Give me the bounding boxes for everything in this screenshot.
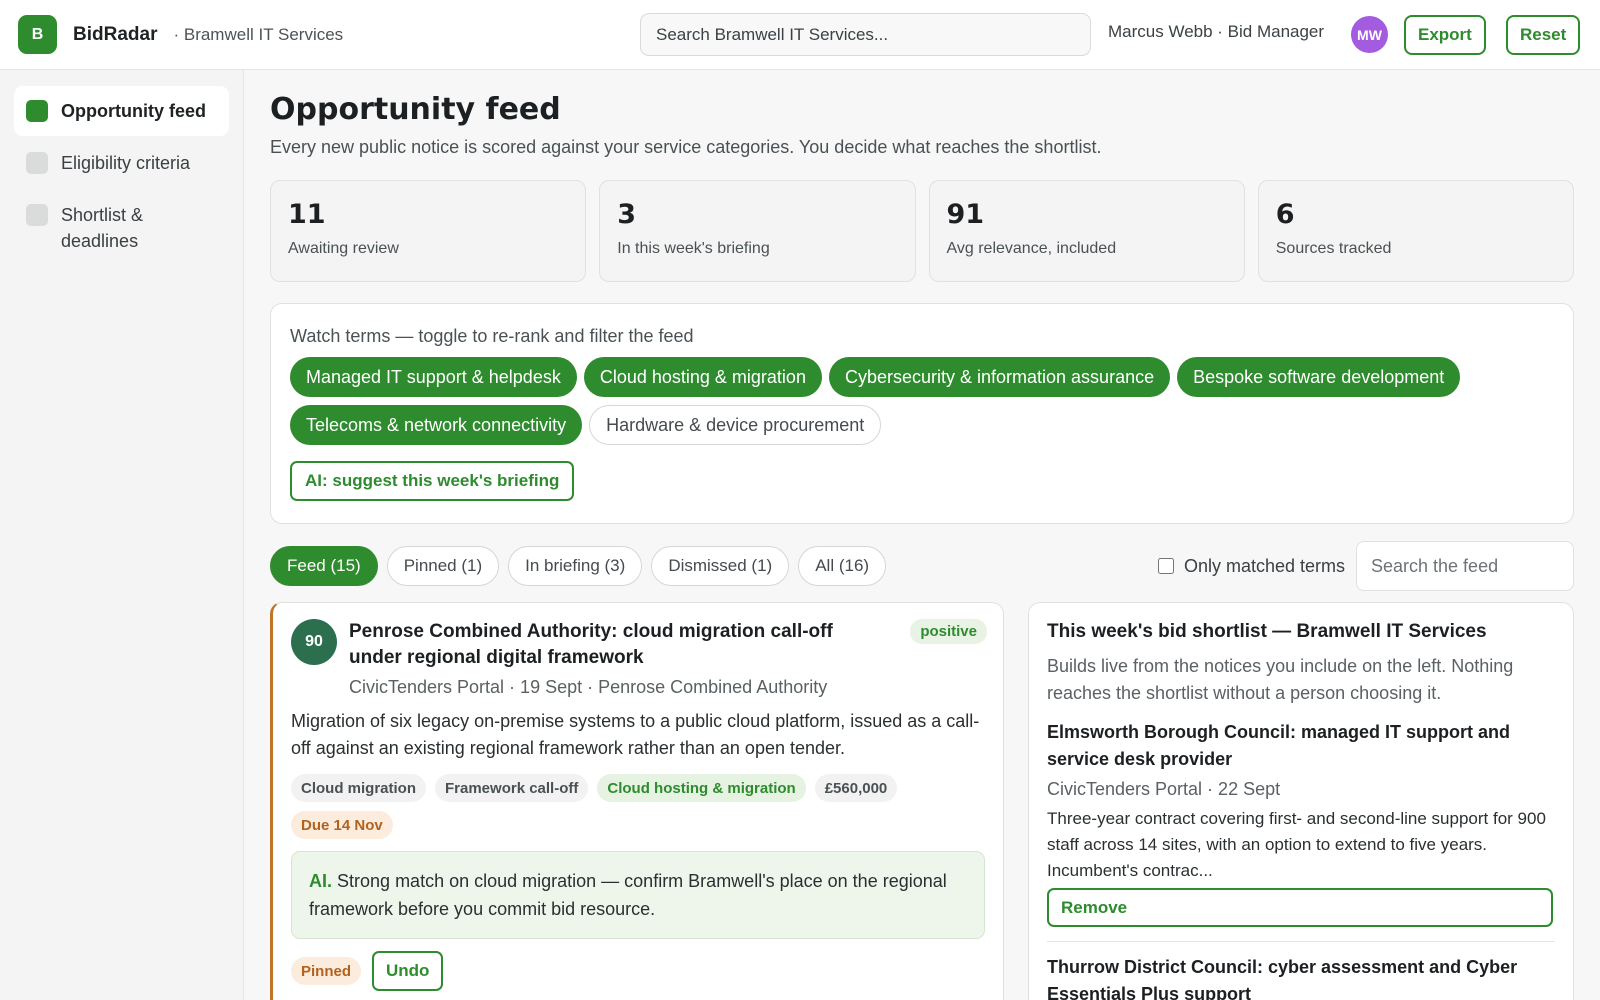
- sidebar-item-eligibility-criteria[interactable]: Eligibility criteria: [14, 138, 229, 188]
- stat-value: 91: [946, 199, 985, 230]
- opportunity-card: 90 positive Penrose Combined Authority: …: [270, 602, 1004, 1000]
- watch-term-hardware[interactable]: Hardware & device procurement: [589, 405, 882, 445]
- ai-suggest-briefing-button[interactable]: AI: suggest this week's briefing: [290, 461, 575, 501]
- stat-label: In this week's briefing: [617, 240, 770, 257]
- watch-terms-label: Watch terms — toggle to re-rank and filt…: [290, 326, 694, 346]
- nav-square-icon: [26, 204, 48, 226]
- opportunity-meta: CivicTenders Portal · 19 Sept · Penrose …: [349, 677, 828, 697]
- shortlist-item-meta: CivicTenders Portal · 22 Sept: [1047, 779, 1281, 799]
- watch-terms-panel: Watch terms — toggle to re-rank and filt…: [270, 303, 1574, 524]
- current-user: Marcus Webb · Bid Manager: [1108, 22, 1325, 41]
- stat-value: 6: [1275, 199, 1295, 230]
- watch-term-chips: Managed IT support & helpdesk Cloud host…: [290, 357, 1550, 445]
- undo-button[interactable]: Undo: [372, 951, 444, 991]
- watch-term-bespoke-software[interactable]: Bespoke software development: [1177, 357, 1461, 397]
- relevance-score-badge: 90: [291, 619, 337, 665]
- divider: [1047, 941, 1555, 942]
- shortlist-item-description: Three-year contract covering first- and …: [1047, 809, 1546, 880]
- stat-value: 3: [617, 199, 637, 230]
- stat-card-relevance: 91 Avg relevance, included: [928, 180, 1245, 282]
- ai-note-prefix: AI.: [309, 871, 333, 891]
- stat-card-briefing: 3 In this week's briefing: [599, 180, 916, 282]
- value-tag: £560,000: [814, 774, 898, 802]
- main-content: Opportunity feed Every new public notice…: [270, 70, 1574, 1000]
- nav-square-icon: [26, 100, 48, 122]
- top-bar: B BidRadar · Bramwell IT Services Marcus…: [0, 0, 1600, 70]
- tab-pinned[interactable]: Pinned (1): [386, 546, 500, 586]
- sidebar-item-shortlist-deadlines[interactable]: Shortlist & deadlines: [14, 190, 229, 266]
- export-button[interactable]: Export: [1404, 15, 1486, 55]
- stats-row: 11 Awaiting review 3 In this week's brie…: [270, 180, 1574, 282]
- sidebar: Opportunity feed Eligibility criteria Sh…: [0, 70, 244, 1000]
- tag: Cloud migration: [291, 774, 426, 802]
- watch-term-cloud-hosting[interactable]: Cloud hosting & migration: [583, 357, 822, 397]
- nav-square-icon: [26, 152, 48, 174]
- shortlist-title: This week's bid shortlist — Bramwell IT …: [1047, 621, 1487, 642]
- matched-term-tag: Cloud hosting & migration: [597, 774, 806, 802]
- ai-note: AI. Strong match on cloud migration — co…: [291, 851, 985, 939]
- page-title: Opportunity feed: [270, 92, 561, 127]
- tab-all[interactable]: All (16): [798, 546, 887, 586]
- stat-card-sources: 6 Sources tracked: [1257, 180, 1574, 282]
- stat-label: Awaiting review: [288, 240, 399, 257]
- sidebar-item-label: Opportunity feed: [61, 101, 206, 121]
- filter-row: Feed (15) Pinned (1) In briefing (3) Dis…: [270, 541, 1574, 591]
- opportunity-title[interactable]: Penrose Combined Authority: cloud migrat…: [349, 619, 889, 671]
- only-matched-checkbox[interactable]: [1157, 558, 1174, 574]
- avatar[interactable]: MW: [1351, 16, 1388, 53]
- ai-note-text: Strong match on cloud migration — confir…: [309, 871, 947, 919]
- sidebar-item-label: Shortlist & deadlines: [61, 205, 144, 251]
- shortlist-item-title[interactable]: Elmsworth Borough Council: managed IT su…: [1047, 719, 1555, 773]
- stat-card-awaiting: 11 Awaiting review: [270, 180, 587, 282]
- tag: Framework call-off: [435, 774, 589, 802]
- sidebar-item-label: Eligibility criteria: [61, 153, 191, 173]
- opportunity-description: Migration of six legacy on-premise syste…: [291, 711, 980, 758]
- tab-in-briefing[interactable]: In briefing (3): [508, 546, 643, 586]
- reset-button[interactable]: Reset: [1506, 15, 1581, 55]
- card-footer: Pinned Undo: [291, 951, 985, 991]
- brand-logo: B: [18, 15, 57, 54]
- stat-value: 11: [288, 199, 326, 230]
- organisation-name: · Bramwell IT Services: [173, 24, 344, 44]
- watch-term-telecoms[interactable]: Telecoms & network connectivity: [290, 405, 583, 445]
- tab-dismissed[interactable]: Dismissed (1): [651, 546, 790, 586]
- watch-term-managed-it[interactable]: Managed IT support & helpdesk: [290, 357, 577, 397]
- stat-label: Sources tracked: [1275, 240, 1392, 257]
- stat-label: Avg relevance, included: [946, 240, 1117, 257]
- watch-term-cybersecurity[interactable]: Cybersecurity & information assurance: [828, 357, 1171, 397]
- shortlist-item: Thurrow District Council: cyber assessme…: [1047, 954, 1555, 1000]
- global-search-input[interactable]: [640, 13, 1091, 56]
- remove-button[interactable]: Remove: [1047, 888, 1553, 927]
- only-matched-label: Only matched terms: [1183, 555, 1345, 576]
- shortlist-subtitle: Builds live from the notices you include…: [1047, 656, 1514, 703]
- shortlist-item: Elmsworth Borough Council: managed IT su…: [1047, 719, 1555, 927]
- sidebar-item-opportunity-feed[interactable]: Opportunity feed: [14, 86, 229, 136]
- shortlist-item-title[interactable]: Thurrow District Council: cyber assessme…: [1047, 954, 1555, 1000]
- tab-feed[interactable]: Feed (15): [270, 546, 378, 586]
- shortlist-panel: This week's bid shortlist — Bramwell IT …: [1028, 602, 1574, 1000]
- due-date-tag: Due 14 Nov: [291, 811, 393, 839]
- opportunity-tags: Cloud migration Framework call-off Cloud…: [291, 774, 985, 839]
- feed-search-input[interactable]: [1356, 541, 1574, 591]
- only-matched-toggle[interactable]: Only matched terms: [1157, 555, 1345, 577]
- sentiment-badge: positive: [910, 619, 987, 644]
- page-subtitle: Every new public notice is scored agains…: [270, 137, 1102, 157]
- brand-name: BidRadar: [73, 23, 158, 45]
- pinned-badge: Pinned: [291, 957, 362, 985]
